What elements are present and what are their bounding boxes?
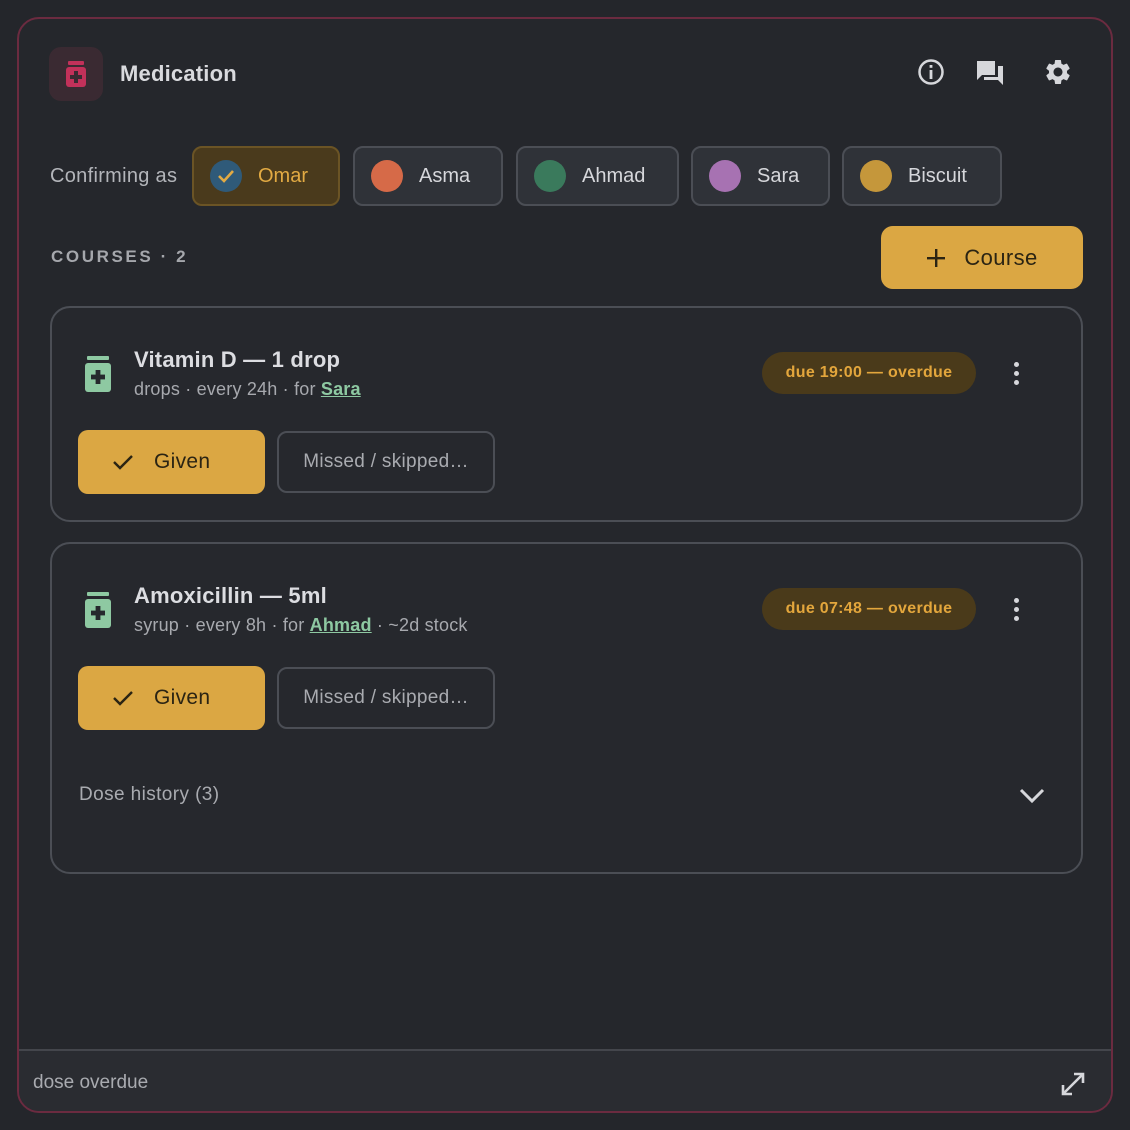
status-text: dose overdue	[33, 1072, 149, 1093]
person-chip-label: Asma	[419, 164, 471, 187]
chat-icon	[977, 61, 1003, 85]
pill-bottle-icon	[49, 47, 103, 101]
person-chip-label: Sara	[757, 164, 800, 187]
due-status-badge: due 19:00 — overdue	[762, 352, 976, 394]
course-person-link[interactable]: Sara	[321, 379, 361, 399]
course-person-link[interactable]: Ahmad	[310, 615, 372, 635]
person-chip-omar[interactable]: Omar	[192, 146, 340, 206]
chat-button[interactable]	[973, 55, 1007, 89]
check-icon	[113, 691, 133, 706]
expand-icon	[1061, 1072, 1085, 1096]
more-options-button[interactable]	[1001, 589, 1031, 629]
confirming-as-label: Confirming as	[50, 165, 178, 187]
missed-skipped-button[interactable]: Missed / skipped…	[277, 667, 495, 729]
more-options-button[interactable]	[1001, 353, 1031, 393]
person-chip-ahmad[interactable]: Ahmad	[516, 146, 679, 206]
course-card: Vitamin D — 1 drop drops · every 24h · f…	[50, 306, 1083, 522]
course-details: drops · every 24h · for Sara	[134, 379, 361, 400]
given-label: Given	[154, 686, 211, 709]
add-course-button[interactable]: Course	[881, 226, 1083, 289]
person-chip-biscuit[interactable]: Biscuit	[842, 146, 1002, 206]
person-chip-sara[interactable]: Sara	[691, 146, 830, 206]
person-color-dot	[860, 160, 892, 192]
status-bar: dose overdue	[19, 1049, 1111, 1111]
settings-button[interactable]	[1041, 55, 1075, 89]
info-icon	[918, 59, 944, 85]
course-title: Vitamin D — 1 drop	[134, 347, 341, 372]
medicine-bottle-icon	[85, 592, 111, 628]
info-button[interactable]	[914, 55, 948, 89]
dose-history-toggle[interactable]: Dose history (3)	[79, 784, 220, 806]
person-chip-label: Biscuit	[908, 164, 967, 187]
page-title: Medication	[120, 61, 237, 86]
given-button[interactable]: Given	[78, 666, 265, 730]
add-course-label: Course	[964, 244, 1038, 270]
missed-skipped-button[interactable]: Missed / skipped…	[277, 431, 495, 493]
person-chip-asma[interactable]: Asma	[353, 146, 503, 206]
medication-panel: Medication Confirming as Omar Asma Ahmad	[17, 17, 1113, 1113]
person-color-dot	[534, 160, 566, 192]
course-stock: · ~2d stock	[371, 615, 468, 635]
gear-icon	[1046, 60, 1070, 84]
person-color-dot	[709, 160, 741, 192]
courses-count-label: COURSES · 2	[51, 247, 189, 266]
given-button[interactable]: Given	[78, 430, 265, 494]
given-label: Given	[154, 450, 211, 473]
due-status-badge: due 07:48 — overdue	[762, 588, 976, 630]
person-chip-label: Omar	[258, 164, 308, 187]
expand-button[interactable]	[1057, 1068, 1089, 1100]
course-schedule: drops · every 24h · for	[134, 379, 321, 399]
plus-icon	[927, 248, 946, 267]
check-icon	[210, 160, 242, 192]
course-title: Amoxicillin — 5ml	[134, 583, 327, 608]
course-card: Amoxicillin — 5ml syrup · every 8h · for…	[50, 542, 1083, 874]
course-details: syrup · every 8h · for Ahmad · ~2d stock	[134, 615, 468, 636]
check-icon	[113, 455, 133, 470]
medicine-bottle-icon	[85, 356, 111, 392]
chevron-down-icon[interactable]	[1016, 782, 1048, 810]
course-schedule: syrup · every 8h · for	[134, 615, 310, 635]
person-color-dot	[371, 160, 403, 192]
person-chip-label: Ahmad	[582, 164, 646, 187]
